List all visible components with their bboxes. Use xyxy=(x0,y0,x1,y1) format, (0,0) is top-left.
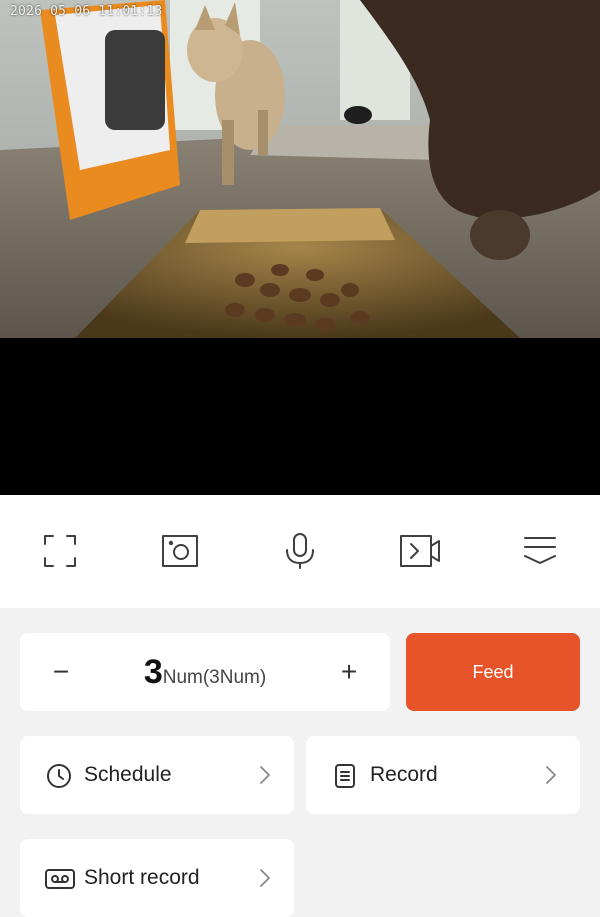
chevron-right-icon xyxy=(258,868,272,888)
short-record-tile[interactable]: Short record xyxy=(20,839,294,917)
feed-button[interactable]: Feed xyxy=(406,633,580,711)
schedule-label: Schedule xyxy=(84,763,172,786)
video-record-icon xyxy=(400,535,440,567)
video-record-button[interactable] xyxy=(398,529,442,573)
fullscreen-button[interactable] xyxy=(38,529,82,573)
snapshot-button[interactable] xyxy=(158,529,202,573)
record-tile[interactable]: Record xyxy=(306,736,580,814)
more-menu-button[interactable] xyxy=(518,529,562,573)
short-record-label: Short record xyxy=(84,866,200,889)
record-label: Record xyxy=(370,763,438,786)
increase-button[interactable]: + xyxy=(329,652,369,692)
cassette-icon xyxy=(44,866,76,892)
document-icon xyxy=(332,763,358,789)
camera-view[interactable]: 2026 05 06 11:01:13 xyxy=(0,0,600,495)
video-timestamp: 2026 05 06 11:01:13 xyxy=(10,4,163,19)
portion-unit: Num(3Num) xyxy=(162,667,267,688)
microphone-icon xyxy=(286,533,314,569)
chevron-right-icon xyxy=(258,765,272,785)
camera-controls-bar xyxy=(0,495,600,608)
microphone-button[interactable] xyxy=(278,529,322,573)
chevron-right-icon xyxy=(544,765,558,785)
portion-quantity-selector: − 3Num(3Num) + xyxy=(20,633,390,711)
camera-feed-image xyxy=(0,0,600,338)
clock-icon xyxy=(46,763,72,789)
schedule-tile[interactable]: Schedule xyxy=(20,736,294,814)
portion-number: 3 xyxy=(143,653,163,691)
snapshot-icon xyxy=(162,535,198,567)
more-menu-icon xyxy=(524,537,556,564)
fullscreen-icon xyxy=(44,535,76,567)
